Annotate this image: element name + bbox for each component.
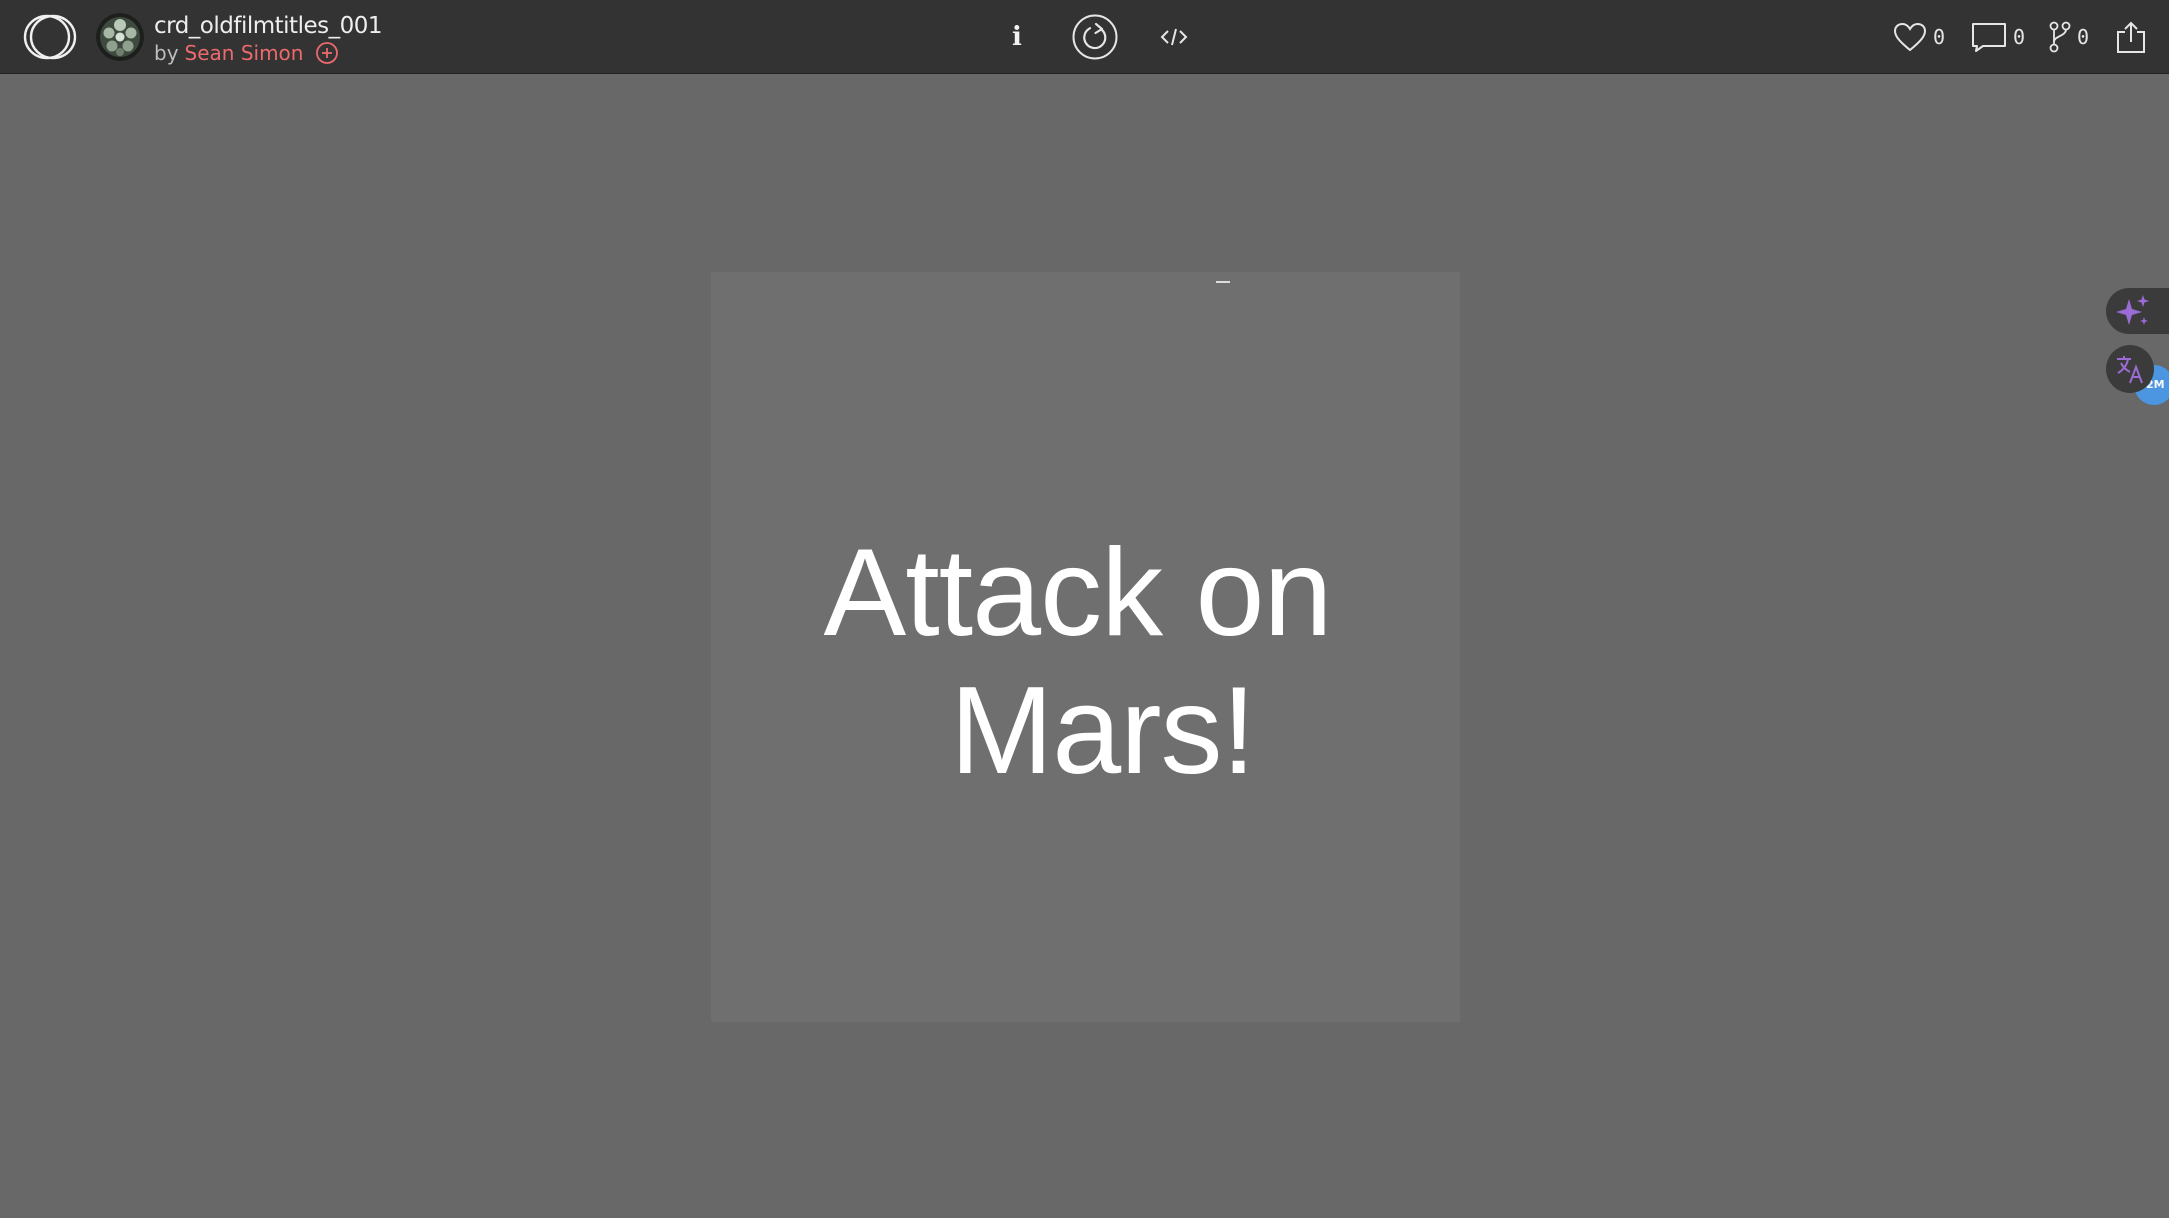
comment-icon [1972,23,2006,52]
fork-icon [2049,21,2071,53]
film-title-line-1: Attack on [823,524,1333,662]
canvas-artifact [1216,281,1230,283]
film-title: Attack on Mars! [711,524,1460,800]
code-icon[interactable] [1160,24,1188,50]
center-toolbar: i [0,12,2169,62]
info-button[interactable]: i [1004,20,1030,54]
translate-icon [2117,356,2143,384]
sparkle-icon [2116,295,2149,325]
ai-assistant-button[interactable] [2106,288,2169,334]
sketch-canvas[interactable]: Attack on Mars! [711,272,1460,1022]
forks-count: 0 [2077,25,2090,49]
top-bar: crd_oldfilmtitles_001 by Sean Simon i 0 … [0,0,2169,74]
like-button[interactable]: 0 [1893,20,1945,54]
comment-button[interactable]: 0 [1971,20,2025,54]
film-title-line-2: Mars! [950,662,1256,800]
info-icon: i [1012,22,1022,52]
likes-count: 0 [1933,25,1946,49]
translate-button[interactable] [2106,345,2154,393]
heart-icon [1893,22,1927,52]
fork-button[interactable]: 0 [2049,20,2089,54]
share-icon[interactable] [2114,20,2148,54]
reload-icon[interactable] [1072,14,1118,60]
comments-count: 0 [2013,25,2026,49]
